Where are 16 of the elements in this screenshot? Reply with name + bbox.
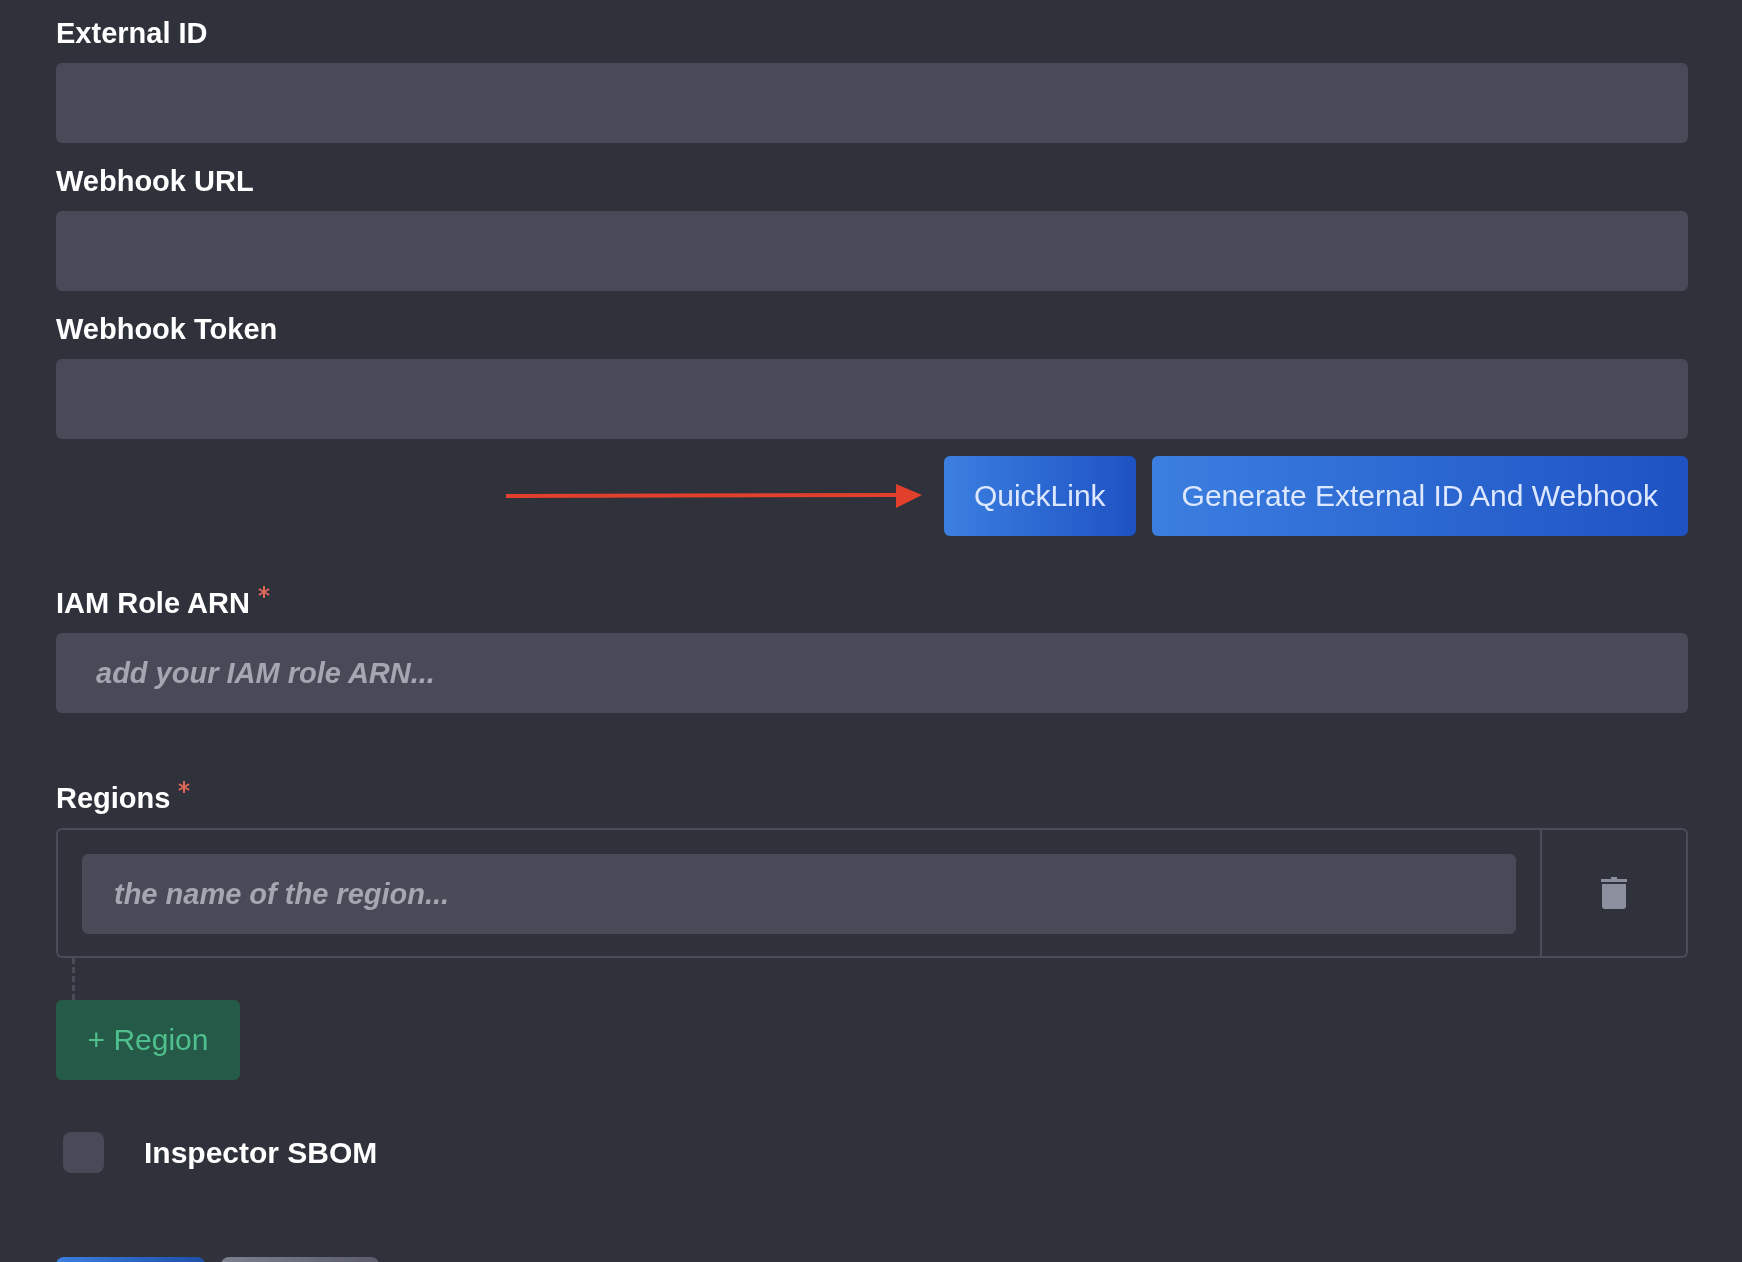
checkbox-label: Inspector SBOM <box>144 1135 378 1170</box>
trash-icon[interactable] <box>1600 877 1628 909</box>
checkbox[interactable] <box>63 1132 104 1173</box>
field-label: External ID <box>56 16 208 51</box>
action-button[interactable]: Generate External ID And Webhook <box>1151 456 1688 536</box>
region-input[interactable]: the name of the region... <box>82 854 1516 934</box>
field-label: Webhook URL <box>56 164 254 199</box>
field-label: Regions <box>56 781 171 816</box>
input-field[interactable]: add your IAM role ARN... <box>56 633 1688 713</box>
field-label: IAM Role ARN <box>56 586 250 621</box>
input-field[interactable] <box>56 211 1688 291</box>
add-region-button[interactable]: + Region <box>56 1000 240 1080</box>
input-field[interactable] <box>56 63 1688 143</box>
action-button[interactable]: QuickLink <box>943 456 1136 536</box>
input-field[interactable] <box>56 359 1688 439</box>
field-label: Webhook Token <box>56 312 278 347</box>
